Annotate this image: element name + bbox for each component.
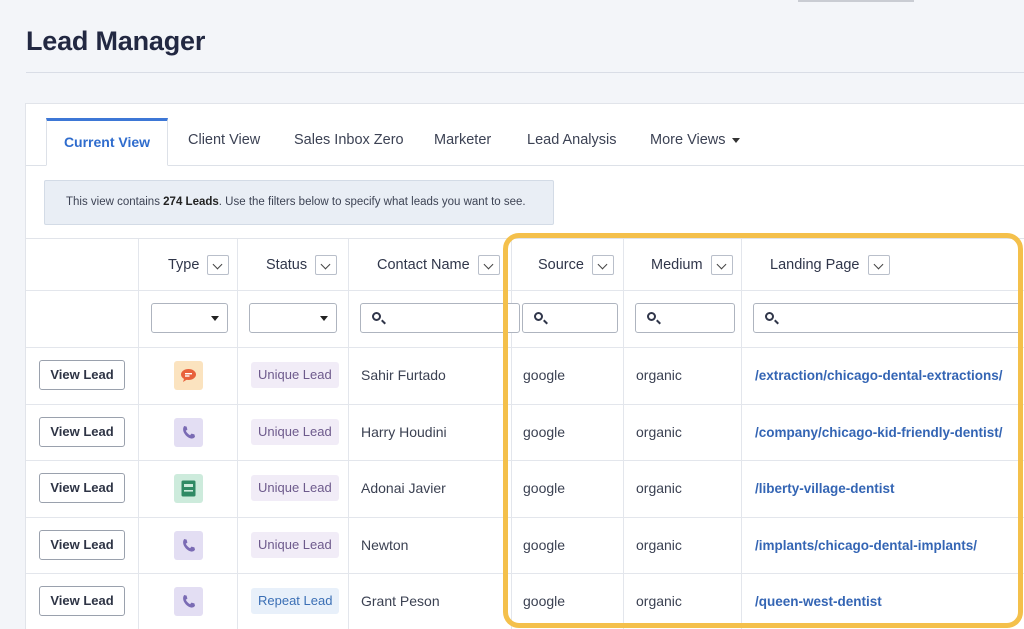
- header-landing-page: Landing Page: [770, 239, 890, 290]
- search-icon: [647, 312, 656, 321]
- chevron-down-icon[interactable]: [477, 254, 500, 275]
- header-type: Type: [168, 239, 230, 290]
- phone-icon: [174, 531, 203, 560]
- lead-panel: Current View Client View Sales Inbox Zer…: [25, 103, 1024, 629]
- type-filter-select[interactable]: [151, 303, 228, 333]
- header-status: Status: [266, 239, 338, 290]
- row-divider: [26, 404, 1024, 405]
- caret-down-icon: [732, 137, 741, 143]
- info-banner: This view contains 274 Leads. Use the fi…: [44, 180, 554, 225]
- landing-page-link[interactable]: /implants/chicago-dental-implants/: [755, 538, 977, 553]
- tab-more-views[interactable]: More Views: [650, 118, 741, 166]
- source-value: google: [523, 593, 566, 609]
- medium-value: organic: [636, 537, 682, 553]
- status-badge: Unique Lead: [251, 419, 339, 445]
- header-contact-name: Contact Name: [377, 239, 500, 290]
- medium-value: organic: [636, 480, 682, 496]
- header-contact-label: Contact Name: [377, 256, 470, 273]
- source-value: google: [523, 424, 566, 440]
- medium-value: organic: [636, 593, 682, 609]
- row-divider: [26, 460, 1024, 461]
- view-lead-button[interactable]: View Lead: [39, 473, 125, 503]
- landing-search-input[interactable]: [753, 303, 1023, 333]
- contact-name: Harry Houdini: [361, 424, 447, 440]
- phone-icon: [174, 418, 203, 447]
- chevron-down-icon[interactable]: [591, 254, 614, 275]
- info-suffix: . Use the filters below to specify what …: [218, 196, 526, 208]
- status-badge: Unique Lead: [251, 362, 339, 388]
- column-divider: [623, 239, 624, 629]
- tab-sales-inbox-zero[interactable]: Sales Inbox Zero: [294, 118, 404, 166]
- tab-marketer[interactable]: Marketer: [434, 118, 491, 166]
- view-lead-button[interactable]: View Lead: [39, 586, 125, 616]
- header-landing-label: Landing Page: [770, 256, 860, 273]
- tab-current-view[interactable]: Current View: [46, 118, 168, 166]
- source-value: google: [523, 367, 566, 383]
- tab-more-views-label: More Views: [650, 132, 726, 148]
- chat-icon: [174, 361, 203, 390]
- view-lead-button[interactable]: View Lead: [39, 360, 125, 390]
- top-scroll-indicator: [798, 0, 914, 2]
- contact-name: Newton: [361, 537, 409, 553]
- status-badge: Unique Lead: [251, 475, 339, 501]
- contact-name: Grant Peson: [361, 593, 440, 609]
- status-badge: Repeat Lead: [251, 588, 340, 614]
- view-lead-button[interactable]: View Lead: [39, 417, 125, 447]
- header-status-label: Status: [266, 256, 308, 273]
- landing-page-link[interactable]: /queen-west-dentist: [755, 594, 882, 609]
- contact-name: Adonai Javier: [361, 480, 446, 496]
- form-icon: [174, 474, 203, 503]
- search-icon: [534, 312, 543, 321]
- title-divider: [26, 72, 1024, 73]
- column-divider: [348, 239, 349, 629]
- contact-name: Sahir Furtado: [361, 367, 446, 383]
- medium-value: organic: [636, 367, 682, 383]
- view-lead-button[interactable]: View Lead: [39, 530, 125, 560]
- info-prefix: This view contains: [66, 196, 164, 208]
- lead-count: 274 Leads: [163, 196, 219, 208]
- row-divider: [26, 517, 1024, 518]
- view-tabs: Current View Client View Sales Inbox Zer…: [26, 118, 1024, 166]
- search-icon: [765, 312, 774, 321]
- row-divider: [26, 573, 1024, 574]
- landing-page-link[interactable]: /extraction/chicago-dental-extractions/: [755, 368, 1003, 383]
- column-divider: [741, 239, 742, 629]
- tab-lead-analysis[interactable]: Lead Analysis: [527, 118, 616, 166]
- phone-icon: [174, 587, 203, 616]
- chevron-down-icon[interactable]: [867, 254, 890, 275]
- header-source-label: Source: [538, 256, 584, 273]
- header-medium-label: Medium: [651, 256, 703, 273]
- contact-search-input[interactable]: [360, 303, 520, 333]
- status-filter-select[interactable]: [249, 303, 337, 333]
- medium-search-input[interactable]: [635, 303, 735, 333]
- search-icon: [372, 312, 381, 321]
- column-divider: [511, 239, 512, 629]
- leads-table: Type Status Contact Name Source Medium L…: [26, 238, 1024, 629]
- chevron-down-icon[interactable]: [315, 254, 338, 275]
- row-divider: [26, 347, 1024, 348]
- chevron-down-icon[interactable]: [207, 254, 230, 275]
- source-value: google: [523, 537, 566, 553]
- landing-page-link[interactable]: /company/chicago-kid-friendly-dentist/: [755, 425, 1003, 440]
- row-divider: [26, 290, 1024, 291]
- status-badge: Unique Lead: [251, 532, 339, 558]
- header-source: Source: [538, 239, 614, 290]
- column-divider: [237, 239, 238, 629]
- source-search-input[interactable]: [522, 303, 618, 333]
- column-divider: [138, 239, 139, 629]
- header-type-label: Type: [168, 256, 200, 273]
- tab-client-view[interactable]: Client View: [188, 118, 260, 166]
- source-value: google: [523, 480, 566, 496]
- chevron-down-icon[interactable]: [710, 254, 733, 275]
- landing-page-link[interactable]: /liberty-village-dentist: [755, 481, 895, 496]
- header-medium: Medium: [651, 239, 733, 290]
- medium-value: organic: [636, 424, 682, 440]
- page-title: Lead Manager: [26, 26, 206, 56]
